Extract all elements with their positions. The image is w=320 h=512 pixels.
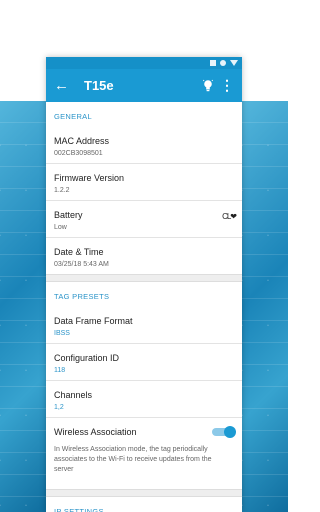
settings-list: GENERAL MAC Address 002CB3098501 Firmwar…	[46, 102, 242, 512]
section-header-tag-presets: TAG PRESETS	[54, 292, 110, 301]
phone-screen: ← T15e ⋮ GENERAL MAC Address 002CB309850…	[46, 57, 242, 512]
list-item-battery[interactable]: Battery Low CL❤	[46, 201, 242, 238]
item-value: 118	[54, 367, 66, 374]
section-divider	[46, 274, 242, 282]
list-item-data-frame-format[interactable]: Data Frame Format IBSS	[46, 307, 242, 344]
app-bar: ← T15e ⋮	[46, 69, 242, 102]
item-label: Wireless Association	[54, 427, 137, 437]
list-item-wireless-association[interactable]: Wireless Association In Wireless Associa…	[46, 418, 242, 481]
left-pattern-background	[0, 101, 46, 512]
item-value: 1.2.2	[54, 187, 70, 194]
right-pattern-background	[242, 101, 288, 512]
item-value: 03/25/18 5:43 AM	[54, 261, 109, 268]
item-label: Data Frame Format	[54, 316, 133, 326]
section-divider	[46, 489, 242, 497]
battery-low-icon: CL❤	[222, 212, 237, 221]
wireless-association-description: In Wireless Association mode, the tag pe…	[54, 446, 212, 473]
list-item-configuration-id[interactable]: Configuration ID 118	[46, 344, 242, 381]
item-label: MAC Address	[54, 136, 110, 146]
section-header-general: GENERAL	[54, 112, 92, 121]
item-value: 002CB3098501	[54, 150, 103, 157]
item-label: Battery	[54, 210, 83, 220]
item-value: IBSS	[54, 330, 70, 337]
section-header-ip-settings: IP SETTINGS	[54, 507, 104, 512]
item-label: Firmware Version	[54, 173, 125, 183]
item-value: 1,2	[54, 404, 64, 411]
page-title: T15e	[84, 78, 114, 93]
square-icon	[210, 60, 216, 66]
arrow-left-icon[interactable]: ←	[54, 78, 76, 93]
item-label: Channels	[54, 390, 93, 400]
lightbulb-icon[interactable]	[198, 79, 218, 92]
triangle-icon	[230, 60, 238, 66]
item-label: Date & Time	[54, 247, 104, 257]
list-item-mac-address[interactable]: MAC Address 002CB3098501	[46, 127, 242, 164]
wireless-association-toggle[interactable]	[212, 426, 236, 438]
status-bar	[46, 57, 242, 69]
list-item-firmware-version[interactable]: Firmware Version 1.2.2	[46, 164, 242, 201]
item-label: Configuration ID	[54, 353, 120, 363]
circle-icon	[220, 60, 226, 66]
more-vert-icon[interactable]: ⋮	[218, 77, 236, 94]
item-value: Low	[54, 224, 67, 231]
toggle-knob	[224, 426, 236, 438]
list-item-channels[interactable]: Channels 1,2	[46, 381, 242, 418]
list-item-date-time[interactable]: Date & Time 03/25/18 5:43 AM	[46, 238, 242, 274]
